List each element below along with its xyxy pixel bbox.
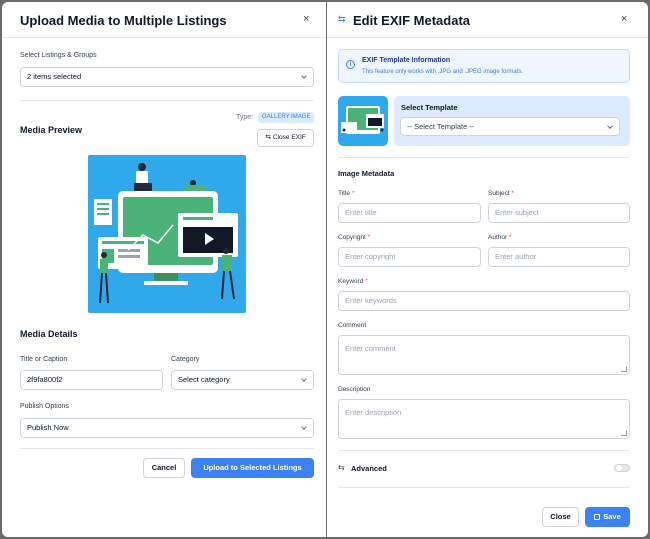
publish-select-value: Publish Now bbox=[27, 423, 69, 432]
sliders-icon: ⇆ bbox=[338, 463, 345, 472]
image-metadata-title: Image Metadata bbox=[338, 169, 395, 178]
sliders-icon: ⇆ bbox=[265, 134, 272, 141]
exif-modal-header: ⇆ Edit EXIF Metadata × bbox=[327, 2, 648, 38]
template-panel: Select Template -- Select Template -- bbox=[394, 96, 630, 146]
upload-modal: Upload Media to Multiple Listings × Sele… bbox=[2, 2, 326, 537]
keyword-label: Keyword * bbox=[338, 278, 368, 285]
category-label: Category bbox=[171, 356, 200, 363]
chevron-down-icon bbox=[301, 424, 307, 430]
divider bbox=[20, 448, 314, 449]
chevron-down-icon bbox=[301, 73, 307, 79]
template-select-value: -- Select Template -- bbox=[407, 122, 475, 131]
close-icon[interactable]: × bbox=[303, 14, 309, 25]
media-details-title: Media Details bbox=[20, 329, 78, 339]
caption-input[interactable]: 2f9fa800f2 bbox=[20, 370, 163, 390]
exif-modal: ⇆ Edit EXIF Metadata × i EXIF Template I… bbox=[327, 2, 648, 537]
publish-select[interactable]: Publish Now bbox=[20, 418, 314, 438]
toggle-knob bbox=[616, 465, 622, 471]
title-label: Title * bbox=[338, 190, 355, 197]
category-select-value: Select category bbox=[178, 375, 230, 384]
listings-select[interactable]: 2 items selected bbox=[20, 67, 314, 87]
template-label: Select Template bbox=[401, 103, 458, 112]
exif-modal-title: Edit EXIF Metadata bbox=[353, 13, 471, 28]
save-icon bbox=[594, 514, 601, 520]
template-select[interactable]: -- Select Template -- bbox=[400, 117, 620, 136]
exif-info-box: i EXIF Template Information This feature… bbox=[338, 49, 630, 83]
advanced-toggle[interactable] bbox=[614, 464, 630, 472]
author-input[interactable]: Enter author bbox=[488, 247, 630, 267]
chevron-down-icon bbox=[301, 376, 307, 382]
save-button[interactable]: Save bbox=[585, 507, 630, 527]
subject-input[interactable]: Enter subject bbox=[488, 203, 630, 223]
divider bbox=[338, 157, 630, 158]
advanced-label: Advanced bbox=[351, 464, 387, 473]
upload-modal-header: Upload Media to Multiple Listings × bbox=[2, 2, 326, 38]
divider bbox=[20, 100, 314, 101]
listings-select-value: 2 items selected bbox=[27, 72, 82, 81]
media-preview-title: Media Preview bbox=[20, 125, 83, 135]
close-exif-button[interactable]: ⇆ Close EXIF bbox=[257, 129, 314, 147]
close-icon[interactable]: × bbox=[621, 14, 627, 25]
close-button[interactable]: Close bbox=[542, 507, 579, 527]
info-title: EXIF Template Information bbox=[362, 57, 451, 64]
save-label: Save bbox=[603, 512, 621, 521]
chevron-down-icon bbox=[607, 123, 613, 129]
description-textarea[interactable]: Enter description bbox=[338, 399, 630, 439]
people-at-screens-illustration bbox=[94, 163, 238, 304]
copyright-input[interactable]: Enter copyright bbox=[338, 247, 481, 267]
upload-button[interactable]: Upload to Selected Listings bbox=[191, 458, 314, 478]
upload-modal-title: Upload Media to Multiple Listings bbox=[20, 13, 227, 28]
copyright-label: Copyright * bbox=[338, 234, 371, 241]
author-label: Author * bbox=[488, 234, 512, 241]
title-input[interactable]: Enter title bbox=[338, 203, 481, 223]
description-label: Description bbox=[338, 386, 371, 393]
comment-placeholder: Enter comment bbox=[345, 344, 396, 353]
divider bbox=[338, 450, 630, 451]
media-preview-image bbox=[88, 155, 246, 313]
type-label: Type: bbox=[236, 114, 254, 121]
category-select[interactable]: Select category bbox=[171, 370, 314, 390]
comment-label: Comment bbox=[338, 322, 367, 329]
cancel-button[interactable]: Cancel bbox=[143, 458, 185, 478]
listings-label: Select Listings & Groups bbox=[20, 52, 97, 59]
subject-label: Subject * bbox=[488, 190, 515, 197]
resize-handle-icon[interactable] bbox=[621, 366, 627, 372]
keyword-input[interactable]: Enter keywords bbox=[338, 291, 630, 311]
close-exif-label: Close EXIF bbox=[272, 134, 306, 141]
thumbnail-illustration bbox=[341, 106, 384, 134]
publish-label: Publish Options bbox=[20, 403, 70, 410]
comment-textarea[interactable]: Enter comment bbox=[338, 335, 630, 375]
divider bbox=[338, 487, 630, 488]
info-text: This feature only works with .JPG and .J… bbox=[362, 69, 524, 75]
sliders-icon: ⇆ bbox=[338, 14, 346, 24]
type-badge: GALLERY IMAGE bbox=[258, 112, 315, 123]
template-thumbnail bbox=[338, 96, 388, 146]
resize-handle-icon[interactable] bbox=[621, 430, 627, 436]
info-icon: i bbox=[346, 60, 355, 69]
caption-label: Title or Caption bbox=[20, 356, 68, 363]
description-placeholder: Enter description bbox=[345, 408, 402, 417]
